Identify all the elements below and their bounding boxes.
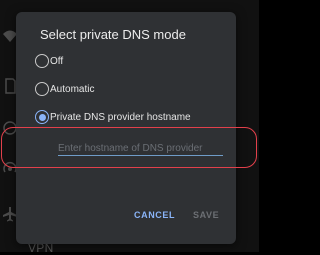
private-dns-dialog: Select private DNS mode Off Automatic Pr…: [16, 12, 236, 244]
dialog-title: Select private DNS mode: [40, 27, 186, 42]
option-off-label: Off: [50, 55, 64, 67]
radio-off[interactable]: [35, 54, 49, 68]
option-off[interactable]: Off: [35, 51, 63, 71]
option-automatic[interactable]: Automatic: [35, 79, 94, 99]
save-button[interactable]: SAVE: [193, 210, 219, 220]
option-provider-hostname[interactable]: Private DNS provider hostname: [35, 107, 191, 127]
radio-provider-hostname[interactable]: [35, 110, 49, 124]
option-automatic-label: Automatic: [50, 83, 95, 95]
cancel-button[interactable]: CANCEL: [134, 210, 175, 220]
dns-hostname-input[interactable]: [58, 141, 223, 156]
radio-automatic[interactable]: [35, 82, 49, 96]
option-provider-hostname-label: Private DNS provider hostname: [50, 111, 191, 123]
